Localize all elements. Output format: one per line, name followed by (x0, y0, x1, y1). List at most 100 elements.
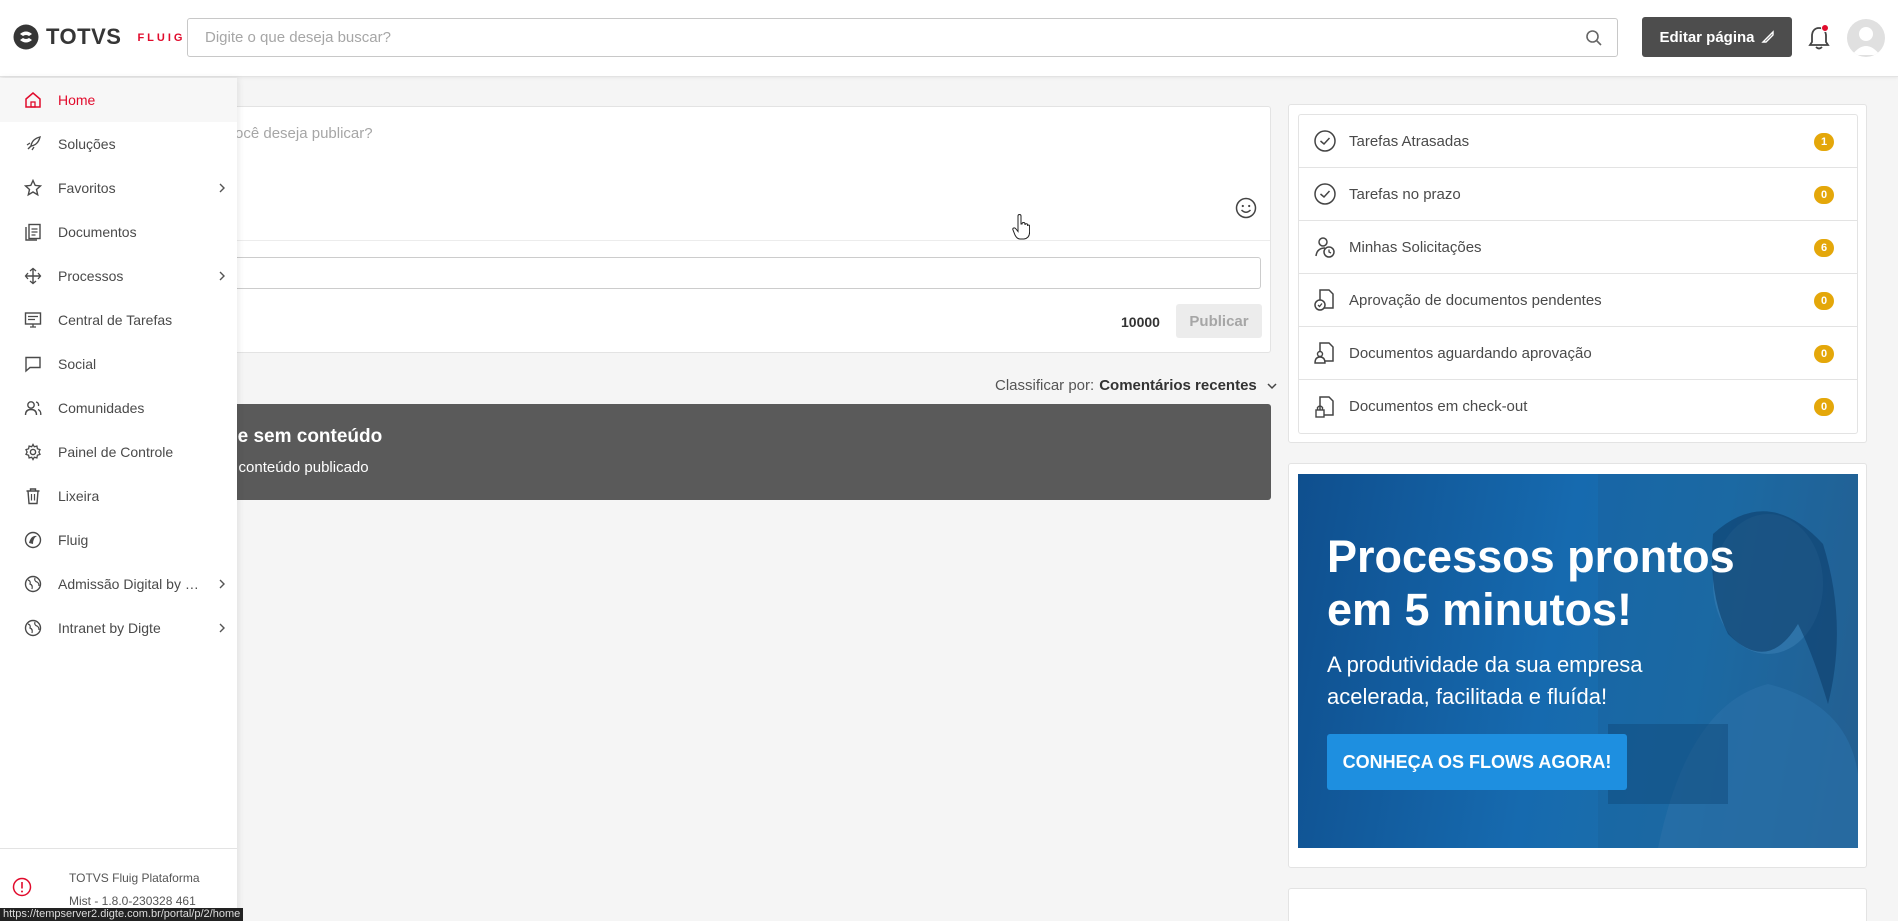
task-count-badge: 0 (1814, 292, 1834, 310)
sort-control[interactable]: Classificar por: Comentários recentes (995, 377, 1278, 394)
search-input[interactable] (188, 19, 1568, 56)
publish-textarea[interactable]: ocê deseja publicar? (235, 125, 373, 142)
task-row-overdue[interactable]: Tarefas Atrasadas 1 (1299, 115, 1857, 168)
promo-subtitle-line-2: acelerada, facilitada e fluída! (1327, 684, 1608, 709)
promo-banner[interactable]: Processos prontos em 5 minutos! A produt… (1298, 474, 1858, 848)
promo-subtitle-line-1: A produtividade da sua empresa (1327, 652, 1643, 677)
logo-sub: FLUIG (137, 32, 186, 44)
publish-button[interactable]: Publicar (1176, 304, 1262, 338)
task-count-badge: 0 (1814, 345, 1834, 363)
task-label: Tarefas Atrasadas (1349, 132, 1470, 150)
people-icon (24, 401, 42, 416)
gear-icon (25, 443, 41, 461)
chevron-right-icon (219, 271, 225, 281)
sidebar-item-documentos[interactable]: Documentos (0, 210, 237, 254)
sidebar-item-solucoes[interactable]: Soluções (0, 122, 237, 166)
sort-label: Classificar por: (995, 377, 1095, 394)
search-icon[interactable] (1585, 29, 1603, 47)
sidebar-item-label: Admissão Digital by D... (58, 576, 200, 592)
sidebar-item-social[interactable]: Social (0, 342, 237, 386)
promo-title: Processos prontos em 5 minutos! (1327, 530, 1735, 636)
brush-icon (1760, 30, 1774, 43)
edit-page-label: Editar página (1659, 28, 1755, 46)
chevron-right-icon (219, 183, 225, 193)
clock-check-icon (1314, 183, 1336, 205)
document-user-icon (1314, 342, 1334, 364)
alert-icon[interactable] (12, 877, 32, 897)
next-widget-card (1288, 888, 1867, 921)
empty-title: ne sem conteúdo (226, 426, 383, 447)
star-icon (24, 179, 42, 197)
task-count-badge: 6 (1814, 239, 1834, 257)
sidebar-item-label: Fluig (58, 532, 89, 548)
emoji-icon[interactable] (1235, 197, 1257, 219)
sidebar-item-painel-de-controle[interactable]: Painel de Controle (0, 430, 237, 474)
task-row-awaiting-approval[interactable]: Documentos aguardando aprovação 0 (1299, 327, 1857, 380)
trash-icon (26, 488, 40, 505)
notification-dot (1821, 24, 1829, 32)
version-line-1: TOTVS Fluig Plataforma (69, 871, 200, 885)
top-header: TOTVS FLUIG Editar página (0, 0, 1898, 77)
chevron-down-icon (1267, 382, 1277, 389)
user-clock-icon (1315, 237, 1335, 258)
publish-divider (197, 240, 1270, 241)
task-label: Minhas Solicitações (1349, 238, 1482, 256)
publish-recipients-field[interactable] (197, 257, 1261, 289)
clock-check-icon (1314, 130, 1336, 152)
sidebar-item-label: Comunidades (58, 400, 145, 416)
totvs-logo-icon (13, 24, 39, 50)
task-row-pending-approval[interactable]: Aprovação de documentos pendentes 0 (1299, 274, 1857, 327)
task-widget: Tarefas Atrasadas 1 Tarefas no prazo 0 M… (1288, 104, 1867, 443)
sidebar-item-label: Lixeira (58, 488, 100, 504)
task-count-badge: 0 (1814, 398, 1834, 416)
task-row-on-time[interactable]: Tarefas no prazo 0 (1299, 168, 1857, 221)
sidebar-item-label: Central de Tarefas (58, 312, 173, 328)
task-label: Documentos em check-out (1349, 398, 1528, 415)
sidebar-item-label: Processos (58, 268, 124, 284)
task-row-my-requests[interactable]: Minhas Solicitações 6 (1299, 221, 1857, 274)
promo-title-line-2: em 5 minutos! (1327, 584, 1633, 635)
sidebar-item-home[interactable]: Home (0, 78, 237, 122)
version-info: TOTVS Fluig Plataforma Mist - 1.8.0-2303… (69, 867, 200, 913)
sidebar-menu: Home Soluções Favoritos Documentos Proce… (0, 78, 237, 921)
sort-value: Comentários recentes (1099, 377, 1257, 394)
character-count: 10000 (1121, 314, 1160, 330)
task-label: Tarefas no prazo (1349, 185, 1461, 203)
sidebar-item-central-de-tarefas[interactable]: Central de Tarefas (0, 298, 237, 342)
process-icon (24, 267, 42, 285)
promo-card: Processos prontos em 5 minutos! A produt… (1288, 463, 1867, 868)
sidebar-item-processos[interactable]: Processos (0, 254, 237, 298)
task-count-badge: 0 (1814, 186, 1834, 204)
chevron-right-icon (219, 579, 225, 589)
task-list: Tarefas Atrasadas 1 Tarefas no prazo 0 M… (1298, 114, 1858, 434)
sidebar-item-label: Soluções (58, 136, 116, 152)
globe-icon (24, 575, 42, 593)
document-lock-icon (1315, 395, 1334, 418)
chat-icon (25, 356, 41, 373)
sidebar-item-label: Favoritos (58, 180, 116, 196)
fluig-icon (24, 531, 42, 549)
status-bar-url: https://tempserver2.digte.com.br/portal/… (0, 908, 244, 921)
sidebar-item-admissao-digital[interactable]: Admissão Digital by D... (0, 562, 237, 606)
sidebar-item-label: Intranet by Digte (58, 620, 161, 636)
empty-feed-banner: ne sem conteúdo e conteúdo publicado (196, 404, 1271, 500)
sidebar-item-intranet[interactable]: Intranet by Digte (0, 606, 237, 650)
task-center-icon (24, 312, 42, 328)
task-label: Aprovação de documentos pendentes (1349, 291, 1602, 309)
sidebar-item-favoritos[interactable]: Favoritos (0, 166, 237, 210)
totvs-fluig-logo[interactable]: TOTVS FLUIG (12, 22, 185, 52)
task-row-checkout[interactable]: Documentos em check-out 0 (1299, 380, 1857, 433)
chevron-right-icon (219, 623, 225, 633)
edit-page-button[interactable]: Editar página (1642, 17, 1792, 57)
sidebar-item-fluig[interactable]: Fluig (0, 518, 237, 562)
empty-subtitle: e conteúdo publicado (226, 459, 369, 476)
promo-cta-button[interactable]: CONHEÇA OS FLOWS AGORA! (1327, 734, 1627, 790)
hand-cursor-icon (1012, 214, 1030, 240)
sidebar-item-lixeira[interactable]: Lixeira (0, 474, 237, 518)
documents-icon (25, 223, 41, 241)
sidebar-item-comunidades[interactable]: Comunidades (0, 386, 237, 430)
user-icon (1852, 27, 1880, 55)
user-avatar[interactable] (1847, 19, 1885, 57)
sidebar-item-label: Home (58, 92, 96, 108)
globe-icon (24, 619, 42, 637)
